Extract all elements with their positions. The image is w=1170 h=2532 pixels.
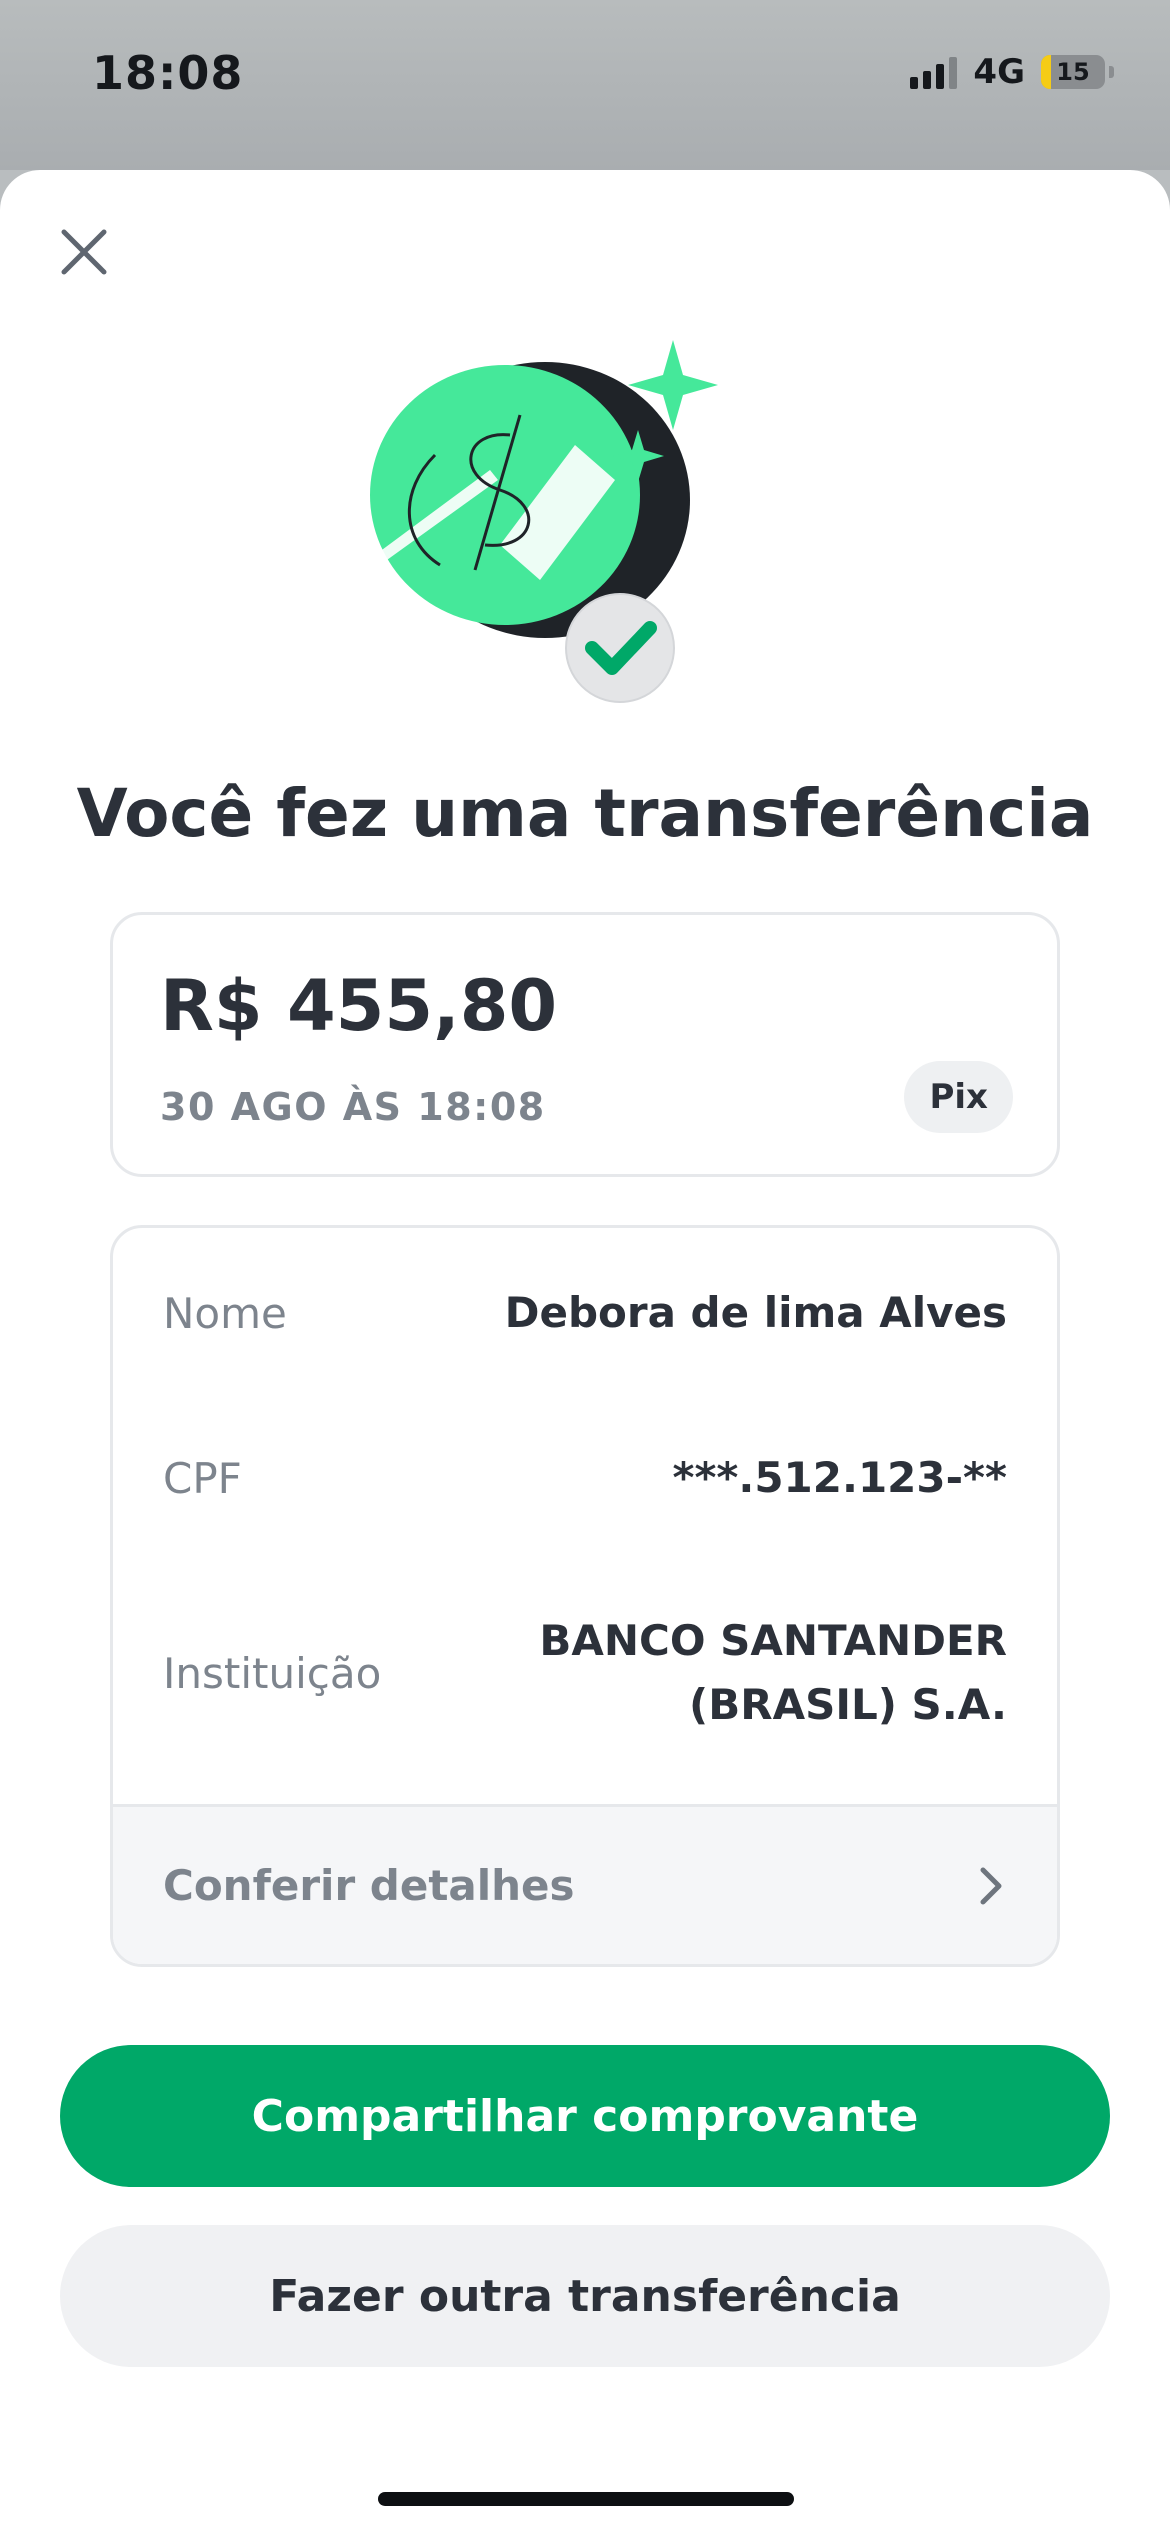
recipient-name: Debora de lima Alves <box>504 1288 1007 1337</box>
transfer-date: 30 AGO ÀS 18:08 <box>160 1085 546 1129</box>
status-bar: 18:08 4G 15 <box>0 0 1170 170</box>
battery-tip <box>1109 66 1114 78</box>
battery-percentage: 15 <box>1056 58 1090 86</box>
detail-label: Instituição <box>163 1648 382 1698</box>
cellular-signal-icon <box>910 55 958 89</box>
detail-label: CPF <box>163 1453 242 1503</box>
battery-icon: 15 <box>1041 55 1105 89</box>
detail-row-institution: Instituição BANCO SANTANDER (BRASIL) S.A… <box>113 1573 1057 1773</box>
network-type: 4G <box>973 52 1025 92</box>
detail-label: Nome <box>163 1288 287 1338</box>
institution-line-1: BANCO SANTANDER <box>539 1616 1007 1665</box>
close-icon <box>61 229 107 275</box>
status-time: 18:08 <box>92 46 244 100</box>
success-money-illustration <box>370 340 718 703</box>
status-indicators: 4G 15 <box>910 52 1114 92</box>
view-details-label: Conferir detalhes <box>163 1861 575 1910</box>
chevron-right-icon <box>980 1867 1002 1904</box>
institution-line-2: (BRASIL) S.A. <box>689 1680 1007 1729</box>
view-details-button[interactable]: Conferir detalhes <box>113 1804 1057 1964</box>
detail-row-cpf: CPF ***.512.123-** <box>113 1428 1057 1528</box>
recipient-institution: BANCO SANTANDER (BRASIL) S.A. <box>539 1609 1007 1737</box>
new-transfer-button[interactable]: Fazer outra transferência <box>60 2225 1110 2367</box>
battery-fill <box>1041 55 1051 89</box>
detail-row-name: Nome Debora de lima Alves <box>113 1263 1057 1363</box>
recipient-details-card: Nome Debora de lima Alves CPF ***.512.12… <box>110 1225 1060 1967</box>
page-title: Você fez uma transferência <box>76 775 1094 852</box>
transfer-amount-card: R$ 455,80 30 AGO ÀS 18:08 Pix <box>110 912 1060 1177</box>
payment-method-badge: Pix <box>904 1061 1013 1133</box>
share-receipt-button[interactable]: Compartilhar comprovante <box>60 2045 1110 2187</box>
close-button[interactable] <box>50 218 118 286</box>
recipient-cpf: ***.512.123-** <box>672 1453 1007 1502</box>
home-indicator <box>378 2492 794 2506</box>
transfer-amount: R$ 455,80 <box>160 965 558 1047</box>
